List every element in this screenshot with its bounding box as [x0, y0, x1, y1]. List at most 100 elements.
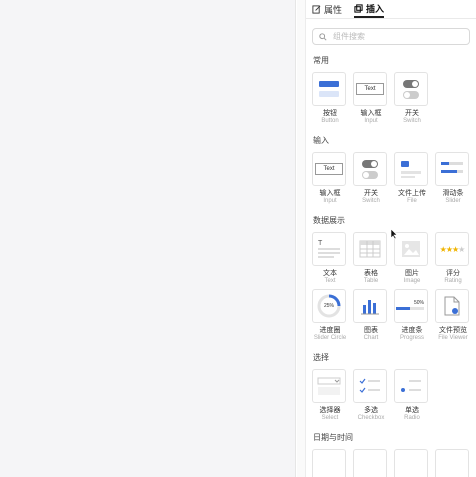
component-sublabel: Switch: [403, 118, 421, 124]
select-icon: [312, 369, 346, 403]
input-preview-text: Text: [356, 83, 384, 95]
component-progress-circle[interactable]: 25% 进度圈 Slider Circle: [312, 289, 348, 342]
section-input-title: 输入: [313, 136, 329, 145]
component-image[interactable]: 图片 Image: [394, 232, 430, 285]
component-datetime-placeholder[interactable]: [394, 449, 430, 477]
component-select[interactable]: 选择器 Select: [312, 369, 348, 422]
component-rating[interactable]: ★★★★ 评分 Rating: [435, 232, 471, 285]
component-sublabel: Chart: [363, 335, 379, 341]
radio-icon: [394, 369, 428, 403]
component-label: 图表: [364, 327, 378, 334]
tab-properties-label: 属性: [324, 4, 343, 15]
component-label: 文件预览: [439, 327, 467, 334]
section-datetime-title: 日期与时间: [313, 433, 353, 442]
checkbox-icon: [353, 369, 387, 403]
component-sublabel: File: [407, 198, 417, 204]
component-sublabel: Text: [324, 278, 336, 284]
panel-divider[interactable]: [297, 0, 306, 477]
component-chart[interactable]: 图表 Chart: [353, 289, 389, 342]
section-input-grid: Text 输入框 Input 开关 Switch 文件上传 File 滑动条 S…: [306, 152, 476, 205]
progress-circle-value: 25%: [323, 303, 334, 309]
component-label: 进度圈: [319, 327, 341, 334]
component-datetime-placeholder[interactable]: [435, 449, 471, 477]
section-data-display-title: 数据展示: [313, 216, 345, 225]
component-switch[interactable]: 开关 Switch: [394, 72, 430, 125]
table-icon: [353, 232, 387, 266]
file-upload-icon: [394, 152, 428, 186]
component-sublabel: File Viewer: [438, 335, 468, 341]
component-label: 图片: [405, 270, 419, 277]
component-sublabel: Image: [403, 278, 421, 284]
panel-tabs: 属性 插入: [306, 0, 476, 19]
date-icon: [312, 449, 346, 477]
section-datetime-grid: [306, 449, 476, 477]
time-icon: [394, 449, 428, 477]
editor-canvas[interactable]: [0, 0, 296, 477]
component-datetime-placeholder[interactable]: [312, 449, 348, 477]
image-icon: [394, 232, 428, 266]
component-sublabel: Input: [364, 118, 378, 124]
component-label: 文件上传: [398, 190, 426, 197]
search-input[interactable]: [331, 31, 455, 42]
section-common-title: 常用: [313, 56, 329, 65]
progress-bar-icon: 50%: [394, 289, 428, 323]
component-sublabel: Slider: [445, 198, 461, 204]
slider-icon: [435, 152, 469, 186]
component-progress-bar[interactable]: 50% 进度条 Progress: [394, 289, 430, 342]
component-sublabel: Table: [363, 278, 379, 284]
component-input[interactable]: Text 输入框 Input: [312, 152, 348, 205]
component-radio[interactable]: 单选 Radio: [394, 369, 430, 422]
input-icon: Text: [312, 152, 346, 186]
component-sublabel: Slider Circle: [313, 335, 347, 341]
component-label: 滑动条: [442, 190, 464, 197]
chart-icon: [353, 289, 387, 323]
component-text[interactable]: T 文本 Text: [312, 232, 348, 285]
component-label: 单选: [405, 407, 419, 414]
component-label: 按钮: [323, 110, 337, 117]
component-sublabel: Switch: [362, 198, 380, 204]
date-icon: [353, 449, 387, 477]
mouse-cursor-icon: [390, 228, 398, 240]
file-viewer-icon: [435, 289, 469, 323]
component-label: 开关: [405, 110, 419, 117]
search-icon: [319, 32, 327, 41]
section-data-display-grid-row2: 25% 进度圈 Slider Circle 图表 Chart 50% 进度条 P…: [306, 289, 476, 342]
component-label: 进度条: [401, 327, 423, 334]
component-switch[interactable]: 开关 Switch: [353, 152, 389, 205]
component-label: 输入框: [360, 110, 382, 117]
component-slider[interactable]: 滑动条 Slider: [435, 152, 471, 205]
switch-icon: [394, 72, 428, 106]
component-label: 多选: [364, 407, 378, 414]
time-icon: [435, 449, 469, 477]
tab-properties[interactable]: 属性: [312, 0, 342, 18]
section-common-grid: 按钮 Button Text 输入框 Input 开关 Switch: [306, 72, 476, 125]
input-preview-text: Text: [315, 163, 343, 175]
component-datetime-placeholder[interactable]: [353, 449, 389, 477]
section-select-title: 选择: [313, 353, 329, 362]
tab-insert-label: 插入: [366, 3, 385, 14]
svg-text:T: T: [318, 240, 323, 247]
component-button[interactable]: 按钮 Button: [312, 72, 348, 125]
component-checkbox[interactable]: 多选 Checkbox: [353, 369, 389, 422]
tab-insert[interactable]: 插入: [354, 0, 385, 18]
component-label: 表格: [364, 270, 378, 277]
edit-icon: [312, 4, 321, 14]
progress-circle-icon: 25%: [312, 289, 346, 323]
rating-icon: ★★★★: [435, 232, 469, 266]
component-table[interactable]: 表格 Table: [353, 232, 389, 285]
component-file-upload[interactable]: 文件上传 File: [394, 152, 430, 205]
component-sublabel: Rating: [444, 278, 462, 284]
component-sublabel: Progress: [399, 335, 424, 341]
input-icon: Text: [353, 72, 387, 106]
component-input[interactable]: Text 输入框 Input: [353, 72, 389, 125]
switch-icon: [353, 152, 387, 186]
component-sublabel: Input: [323, 198, 337, 204]
component-sublabel: Select: [321, 415, 339, 421]
component-sublabel: Radio: [404, 415, 420, 421]
insert-icon: [354, 3, 363, 13]
section-select-grid: 选择器 Select 多选 Checkbox 单选 Radio: [306, 369, 476, 422]
component-search[interactable]: [312, 28, 470, 45]
component-file-viewer[interactable]: 文件预览 File Viewer: [435, 289, 471, 342]
component-label: 文本: [323, 270, 337, 277]
component-label: 选择器: [319, 407, 341, 414]
